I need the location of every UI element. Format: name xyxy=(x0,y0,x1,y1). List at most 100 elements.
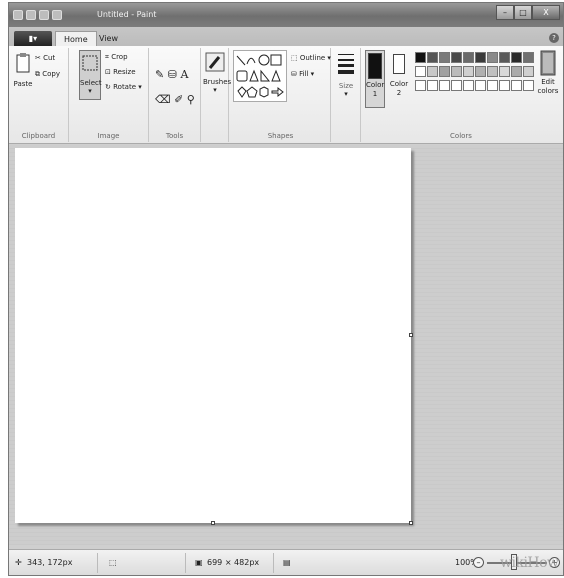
color-swatch[interactable] xyxy=(427,66,438,77)
undo-icon[interactable] xyxy=(39,10,49,20)
color-swatch[interactable] xyxy=(451,80,462,91)
wikihow-watermark: wikiHow xyxy=(500,555,559,571)
fill-icon: ⛁ xyxy=(291,70,297,78)
fill-button[interactable]: ⛁ Fill ▾ xyxy=(291,70,314,78)
brush-icon xyxy=(205,52,225,72)
color-swatch[interactable] xyxy=(439,80,450,91)
maximize-button[interactable]: □ xyxy=(514,5,532,20)
color-swatch[interactable] xyxy=(415,80,426,91)
select-button[interactable]: Select ▾ xyxy=(79,50,102,100)
size-label: Size xyxy=(338,82,354,90)
color-swatch[interactable] xyxy=(487,52,498,63)
image-group-label: Image xyxy=(97,132,120,140)
size-button[interactable]: Size ▾ xyxy=(335,52,357,98)
canvas-resize-handle-right[interactable] xyxy=(409,333,413,337)
tools-group-label: Tools xyxy=(165,132,184,140)
color-palette xyxy=(415,48,537,108)
color-swatch[interactable] xyxy=(427,52,438,63)
clipboard-group-label: Clipboard xyxy=(21,132,56,140)
edit-colors-button[interactable]: Edit colors xyxy=(537,50,559,96)
pencil-icon[interactable]: ✎ xyxy=(155,68,164,81)
ribbon-tab-bar: ▮▾ Home View ? xyxy=(9,27,563,47)
minimize-button[interactable]: – xyxy=(496,5,514,20)
resize-button[interactable]: ⊡ Resize xyxy=(105,68,136,76)
canvas-resize-handle-corner[interactable] xyxy=(409,521,413,525)
color-swatch[interactable] xyxy=(499,66,510,77)
status-bar: ✛ 343, 172px ⬚ ▣ 699 × 482px ▤ 100% – + xyxy=(9,549,563,575)
color1-swatch xyxy=(368,53,382,79)
color-swatch[interactable] xyxy=(475,66,486,77)
fill-bucket-icon[interactable]: ⛁ xyxy=(168,68,177,81)
status-separator xyxy=(273,553,274,573)
colors-group: Color 1 Color 2 Edit colors Colors xyxy=(361,48,561,142)
close-button[interactable]: X xyxy=(532,5,560,20)
paste-button[interactable]: Paste xyxy=(13,52,33,88)
color-swatch[interactable] xyxy=(463,52,474,63)
select-chevron-icon: ▾ xyxy=(88,87,92,95)
brushes-button[interactable]: Brushes ▾ xyxy=(203,52,231,94)
canvas-resize-handle-bottom[interactable] xyxy=(211,521,215,525)
image-group: Select ▾ ⌗ Crop ⊡ Resize ↻ Rotate ▾ Imag… xyxy=(69,48,149,142)
canvas-size-icon: ▣ xyxy=(195,558,203,567)
cursor-position: 343, 172px xyxy=(27,558,73,567)
clipboard-group: Paste ✂ Cut ⧉ Copy Clipboard xyxy=(9,48,69,142)
crop-button[interactable]: ⌗ Crop xyxy=(105,53,128,62)
eraser-icon[interactable]: ⌫ xyxy=(155,93,171,106)
customize-chevron-icon[interactable] xyxy=(65,10,71,20)
select-label: Select xyxy=(80,79,102,87)
color-swatch[interactable] xyxy=(463,66,474,77)
status-separator xyxy=(185,553,186,573)
outline-label: Outline ▾ xyxy=(299,54,331,62)
color-swatch[interactable] xyxy=(463,80,474,91)
color-swatch[interactable] xyxy=(475,80,486,91)
shapes-gallery[interactable] xyxy=(233,50,287,102)
color-swatch[interactable] xyxy=(487,66,498,77)
color-picker-icon[interactable]: ✐ xyxy=(174,93,183,106)
color-swatch[interactable] xyxy=(427,80,438,91)
outline-button[interactable]: ⬚ Outline ▾ xyxy=(291,54,331,62)
shapes-group-label: Shapes xyxy=(267,132,294,140)
resize-icon: ⊡ xyxy=(105,68,111,76)
cut-label: Cut xyxy=(43,54,56,62)
paint-app-icon[interactable] xyxy=(13,10,23,20)
color-swatch[interactable] xyxy=(511,80,522,91)
drawing-canvas[interactable] xyxy=(15,148,411,523)
fill-label: Fill ▾ xyxy=(299,70,315,78)
tools-row-2: ⌫ ✐ ⚲ xyxy=(155,93,195,106)
zoom-out-button[interactable]: – xyxy=(473,557,484,568)
color-swatch[interactable] xyxy=(439,52,450,63)
rotate-icon: ↻ xyxy=(105,83,111,91)
color-swatch[interactable] xyxy=(439,66,450,77)
color-swatch[interactable] xyxy=(451,66,462,77)
redo-icon[interactable] xyxy=(52,10,62,20)
rotate-button[interactable]: ↻ Rotate ▾ xyxy=(105,83,142,91)
color-swatch[interactable] xyxy=(415,66,426,77)
save-icon[interactable] xyxy=(26,10,36,20)
color-swatch[interactable] xyxy=(523,52,534,63)
tab-view[interactable]: View xyxy=(91,31,126,47)
canvas-workspace xyxy=(9,145,563,545)
color-swatch[interactable] xyxy=(475,52,486,63)
color1-button[interactable]: Color 1 xyxy=(365,50,385,108)
file-size-icon: ▤ xyxy=(283,558,291,567)
help-icon[interactable]: ? xyxy=(549,33,559,43)
color-swatch[interactable] xyxy=(499,80,510,91)
color-swatch[interactable] xyxy=(451,52,462,63)
text-icon[interactable]: A xyxy=(180,68,188,81)
shapes-gallery-icons xyxy=(236,54,284,98)
color-swatch[interactable] xyxy=(487,80,498,91)
title-bar: Untitled - Paint – □ X xyxy=(9,3,563,27)
color-swatch[interactable] xyxy=(499,52,510,63)
color-swatch[interactable] xyxy=(511,66,522,77)
window-title: Untitled - Paint xyxy=(97,10,157,19)
color-swatch[interactable] xyxy=(523,66,534,77)
color-swatch[interactable] xyxy=(511,52,522,63)
color-swatch[interactable] xyxy=(523,80,534,91)
cut-button[interactable]: ✂ Cut xyxy=(35,54,55,62)
copy-button[interactable]: ⧉ Copy xyxy=(35,70,60,79)
color2-button[interactable]: Color 2 xyxy=(389,50,409,108)
cursor-position-icon: ✛ xyxy=(15,558,22,567)
color-swatch[interactable] xyxy=(415,52,426,63)
magnifier-icon[interactable]: ⚲ xyxy=(187,93,195,106)
paint-menu-button[interactable]: ▮▾ xyxy=(14,31,52,46)
